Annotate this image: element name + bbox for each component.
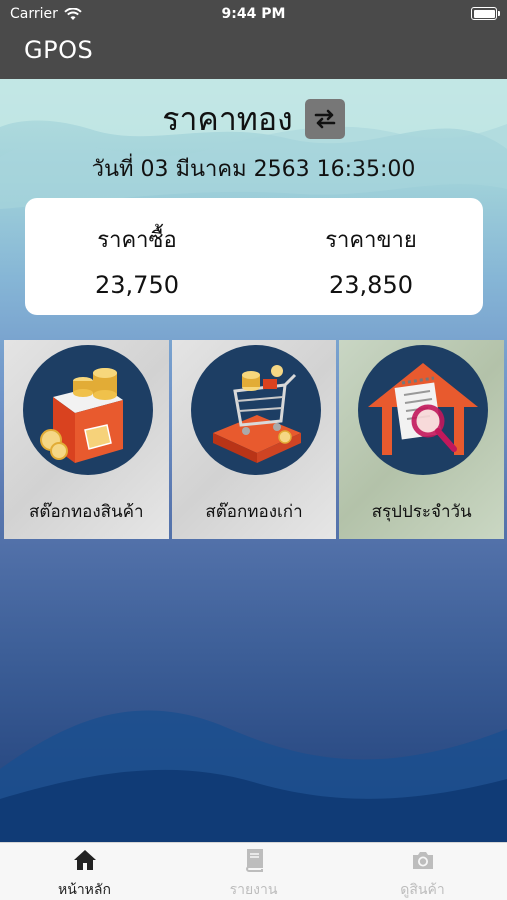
buy-price-label: ราคาซื้อ xyxy=(97,228,177,253)
title-row: ราคาทอง xyxy=(0,99,507,139)
swap-button[interactable] xyxy=(304,99,345,139)
swap-arrows-icon xyxy=(314,109,336,129)
buy-price: ราคาซื้อ 23,750 xyxy=(47,222,227,299)
battery-icon xyxy=(471,7,500,20)
sell-price-value: 23,850 xyxy=(329,271,413,299)
tab-home-label: หน้าหลัก xyxy=(58,882,111,898)
price-card: ราคาซื้อ 23,750 ราคาขาย 23,850 xyxy=(25,198,483,315)
top-bar: Carrier 9:44 PM GPOS xyxy=(0,0,507,79)
house-report-icon xyxy=(358,345,489,475)
main-content: ราคาทอง วันที่ 03 มีนาคม 2563 16:35:00 ร… xyxy=(0,79,507,842)
status-time: 9:44 PM xyxy=(221,6,286,22)
tile-product-stock[interactable]: สต๊อกทองสินค้า xyxy=(4,340,169,539)
tile-product-stock-label: สต๊อกทองสินค้า xyxy=(29,502,144,522)
tab-bar: หน้าหลัก รายงาน ดูสินค้า xyxy=(0,842,507,900)
tab-view-products-label: ดูสินค้า xyxy=(400,882,445,898)
tab-home[interactable]: หน้าหลัก xyxy=(0,843,169,900)
price-date: วันที่ 03 มีนาคม 2563 16:35:00 xyxy=(91,157,416,182)
tile-old-gold-stock-label: สต๊อกทองเก่า xyxy=(205,502,303,522)
app-title: GPOS xyxy=(24,36,94,64)
camera-icon xyxy=(413,852,433,869)
sell-price-label: ราคาขาย xyxy=(325,228,417,253)
tab-report[interactable]: รายงาน xyxy=(169,843,338,900)
buy-price-value: 23,750 xyxy=(95,271,179,299)
gold-cart-icon xyxy=(190,345,321,475)
book-icon xyxy=(246,849,263,872)
menu-tiles: สต๊อกทองสินค้า สต๊อกทองเก่า สรุปประจำวัน xyxy=(4,340,505,539)
page-title: ราคาทอง xyxy=(162,99,293,138)
tab-view-products[interactable]: ดูสินค้า xyxy=(338,843,507,900)
status-bar: Carrier 9:44 PM xyxy=(0,0,507,30)
sell-price: ราคาขาย 23,850 xyxy=(281,222,461,299)
home-icon xyxy=(74,850,96,870)
tile-old-gold-stock[interactable]: สต๊อกทองเก่า xyxy=(171,340,337,539)
gold-box-icon xyxy=(23,345,153,475)
tile-daily-summary-label: สรุปประจำวัน xyxy=(371,502,472,522)
tab-report-label: รายงาน xyxy=(229,882,278,898)
tile-daily-summary[interactable]: สรุปประจำวัน xyxy=(339,340,505,539)
